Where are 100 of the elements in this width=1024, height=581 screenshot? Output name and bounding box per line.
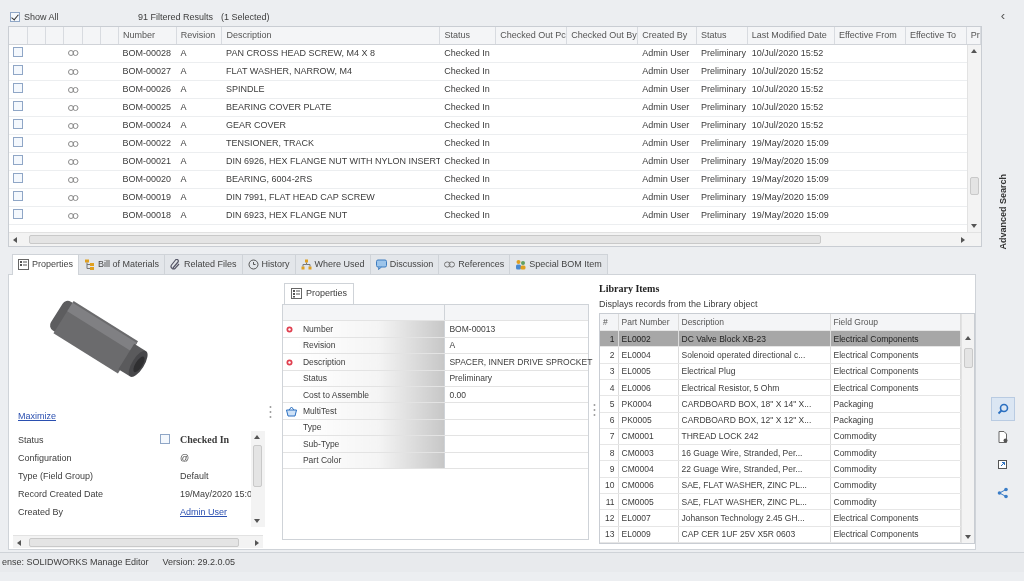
- field-label: Configuration: [17, 453, 73, 464]
- version-text: Version: 29.2.0.05: [162, 557, 236, 568]
- table-cell: Packaging: [833, 398, 874, 409]
- row-checkbox[interactable]: [13, 173, 23, 184]
- library-row[interactable]: 11 CM0005 SAE, FLAT WASHER, ZINC PL... Commodity: [600, 493, 960, 510]
- splitter-grip-icon[interactable]: [593, 402, 596, 417]
- library-row[interactable]: 4 EL0006 Electrical Resistor, 5 Ohm Electrical Components: [600, 379, 960, 396]
- table-cell: Checked In: [444, 192, 490, 203]
- library-row[interactable]: 13 EL0009 CAP CER 1UF 25V X5R 0603 Electrical Components: [600, 526, 960, 543]
- column-header[interactable]: Number: [118, 27, 177, 44]
- column-header[interactable]: Last Modified Date: [747, 27, 835, 44]
- chat-icon: [375, 258, 387, 270]
- list-icon: [290, 288, 302, 299]
- row-checkbox[interactable]: [13, 83, 23, 94]
- row-checkbox[interactable]: [13, 191, 23, 202]
- library-row[interactable]: 12 EL0007 Johanson Technology 2.45 GH... Electrical Components: [600, 509, 960, 527]
- row-checkbox[interactable]: [13, 137, 23, 148]
- table-cell: Preliminary: [701, 120, 747, 131]
- column-header[interactable]: Description: [221, 27, 440, 44]
- row-checkbox[interactable]: [13, 119, 23, 130]
- field-value: BOM-00013: [449, 324, 496, 334]
- column-header[interactable]: Effective To: [905, 27, 967, 44]
- library-row[interactable]: 5 PK0004 CARDBOARD BOX, 18" X 14" X... Packaging: [600, 395, 960, 413]
- table-cell: EL0004: [621, 349, 651, 360]
- horizontal-scrollbar[interactable]: [13, 534, 263, 549]
- row-checkbox[interactable]: [13, 65, 23, 76]
- column-header[interactable]: Checked Out Pc: [495, 27, 567, 44]
- link-icon: [67, 68, 79, 75]
- table-cell: 11: [605, 496, 615, 507]
- table-cell: BOM-00021: [122, 156, 172, 167]
- table-cell: 19/May/2020 15:09: [751, 192, 829, 203]
- row-checkbox[interactable]: [13, 209, 23, 220]
- table-cell: DC Valve Block XB-23: [681, 333, 766, 344]
- library-row[interactable]: 3 EL0005 Electrical Plug Electrical Components: [600, 363, 960, 380]
- collapse-toggle[interactable]: ‹: [1000, 8, 1006, 24]
- advanced-search-title[interactable]: Advanced Search: [997, 173, 1009, 250]
- table-cell: Electrical Components: [833, 366, 919, 377]
- column-header[interactable]: Status: [439, 27, 496, 44]
- library-row[interactable]: 9 CM0004 22 Guage Wire, Stranded, Per... Commodity: [600, 460, 960, 478]
- table-cell: Solenoid operated directional c...: [681, 349, 806, 360]
- table-cell: A: [180, 156, 187, 167]
- table-cell: BEARING, 6004-2RS: [226, 174, 313, 185]
- column-header[interactable]: Revision: [176, 27, 222, 44]
- field-value: Preliminary: [449, 373, 492, 384]
- library-row[interactable]: 2 EL0004 Solenoid operated directional c... Electrical Components: [600, 346, 960, 364]
- vertical-scrollbar[interactable]: [251, 431, 265, 528]
- library-row[interactable]: 1 EL0002 DC Valve Block XB-23 Electrical Components: [600, 330, 960, 347]
- column-header[interactable]: Created By: [637, 27, 697, 44]
- library-row[interactable]: 7 CM0001 THREAD LOCK 242 Commodity: [600, 428, 960, 445]
- table-cell: Admin User: [642, 138, 690, 149]
- search-button[interactable]: [991, 397, 1015, 422]
- document-icon: [997, 431, 1009, 444]
- table-cell: Checked In: [444, 210, 490, 221]
- table-cell: Packaging: [833, 415, 874, 426]
- splitter-grip-icon[interactable]: [269, 404, 272, 419]
- table-cell: Admin User: [642, 47, 690, 58]
- table-cell: 5: [609, 398, 615, 409]
- link-icon: [67, 158, 79, 165]
- tab[interactable]: History: [241, 253, 296, 274]
- column-header[interactable]: Part Number: [618, 314, 678, 331]
- library-row[interactable]: 6 PK0005 CARDBOARD BOX, 12" X 12" X... Packaging: [600, 412, 960, 429]
- library-row[interactable]: 8 CM0003 16 Guage Wire, Stranded, Per... Commodity: [600, 444, 960, 461]
- tab[interactable]: Where Used: [294, 253, 371, 274]
- field-label: Number: [302, 324, 334, 334]
- table-cell: 10/Jul/2020 15:52: [751, 47, 824, 58]
- license-text: ense: SOLIDWORKS Manage Editor: [2, 557, 149, 568]
- column-header[interactable]: Effective From: [834, 27, 906, 44]
- results-count: 91 Filtered Results: [138, 11, 214, 23]
- show-all-checkbox[interactable]: [10, 12, 20, 22]
- column-header[interactable]: #: [600, 314, 618, 331]
- tab[interactable]: Related Files: [164, 253, 243, 274]
- table-cell: BOM-00025: [122, 102, 172, 113]
- table-cell: 12: [605, 512, 615, 523]
- horizontal-scrollbar[interactable]: [9, 231, 981, 246]
- status-checkbox[interactable]: [160, 434, 170, 444]
- tab[interactable]: Properties: [12, 253, 80, 275]
- table-cell: SAE, FLAT WASHER, ZINC PL...: [681, 496, 807, 507]
- row-checkbox[interactable]: [13, 101, 23, 112]
- library-row[interactable]: 10 CM0006 SAE, FLAT WASHER, ZINC PL... Commodity: [600, 477, 960, 494]
- row-checkbox[interactable]: [13, 155, 23, 166]
- tab[interactable]: Discussion: [369, 253, 440, 274]
- properties-tab[interactable]: Properties: [283, 282, 354, 304]
- link-icon: [67, 122, 79, 129]
- panel-title: Library Items: [599, 282, 661, 295]
- table-cell: Electrical Components: [833, 349, 919, 360]
- column-header[interactable]: Description: [678, 314, 830, 331]
- vertical-scrollbar[interactable]: [967, 44, 981, 232]
- table-cell: SPINDLE: [226, 84, 265, 95]
- tab[interactable]: Bill of Materials: [78, 253, 166, 274]
- column-header[interactable]: Status: [696, 27, 748, 44]
- tab[interactable]: Special BOM Item: [509, 253, 608, 274]
- created-by-link[interactable]: Admin User: [180, 507, 227, 518]
- table-cell: BOM-00024: [122, 120, 172, 131]
- column-header[interactable]: Checked Out By: [566, 27, 638, 44]
- table-cell: 10/Jul/2020 15:52: [751, 84, 824, 95]
- maximize-link[interactable]: Maximize: [18, 410, 56, 421]
- table-cell: 10/Jul/2020 15:52: [751, 102, 824, 113]
- tab[interactable]: References: [438, 253, 511, 274]
- row-checkbox[interactable]: [13, 46, 23, 57]
- column-header[interactable]: Field Group: [830, 314, 960, 331]
